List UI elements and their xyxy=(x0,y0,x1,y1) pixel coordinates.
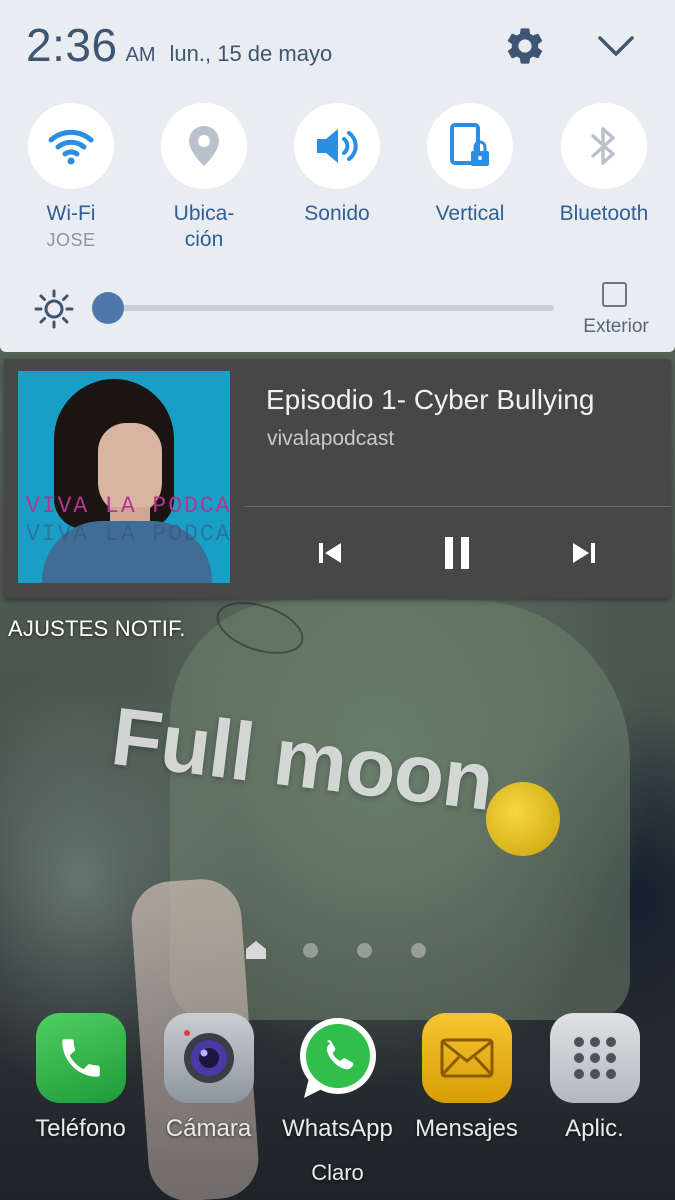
chevron-down-icon xyxy=(598,36,634,56)
message-icon xyxy=(440,1038,493,1078)
notification-settings-link[interactable]: AJUSTES NOTIF. xyxy=(8,616,186,642)
toggle-rotation-label: Vertical xyxy=(435,202,505,225)
dock-app-label: WhatsApp xyxy=(282,1115,393,1142)
toggle-bluetooth[interactable]: Bluetooth xyxy=(548,103,660,227)
outdoor-mode-checkbox[interactable] xyxy=(602,282,627,307)
speaker-icon xyxy=(317,129,358,163)
toggle-sound[interactable]: Sonido xyxy=(282,103,392,227)
dock-app-whatsapp[interactable]: WhatsApp xyxy=(275,1013,400,1143)
album-art-title-shadow: VIVA LA PODCAST xyxy=(26,521,230,547)
messages-app-icon[interactable] xyxy=(421,1013,512,1103)
next-icon xyxy=(573,543,595,563)
brightness-slider[interactable] xyxy=(108,305,554,311)
settings-button[interactable] xyxy=(503,24,547,68)
wallpaper-moon xyxy=(486,782,560,856)
page-indicator-dot[interactable] xyxy=(411,943,426,958)
gear-icon xyxy=(507,28,543,64)
toggle-wifi-label: Wi-Fi xyxy=(46,202,96,225)
toggle-wifi[interactable]: Wi-Fi JOSE xyxy=(16,103,126,251)
page-indicator-dot[interactable] xyxy=(303,943,318,958)
brightness-slider-thumb[interactable] xyxy=(92,292,124,324)
previous-button[interactable] xyxy=(310,533,350,573)
screen-rotation-lock-icon xyxy=(450,123,489,166)
phone-app-icon[interactable] xyxy=(35,1013,126,1103)
dock-app-label: Mensajes xyxy=(415,1115,518,1142)
date[interactable]: lun., 15 de mayo xyxy=(170,41,333,67)
camera-app-icon[interactable] xyxy=(163,1013,254,1103)
track-title: Episodio 1- Cyber Bullying xyxy=(266,384,595,415)
toggle-wifi-network: JOSE xyxy=(46,230,96,250)
camera-icon xyxy=(183,1030,234,1083)
album-art-title: VIVA LA PODCAST xyxy=(26,493,230,519)
toggle-location[interactable]: Ubica- ción xyxy=(149,103,259,253)
media-notification[interactable]: VIVA LA PODCAST VIVA LA PODCAST Episodio… xyxy=(4,359,671,598)
status-row: 2:36 AM lun., 15 de mayo xyxy=(26,18,333,71)
toggle-sound-label: Sonido xyxy=(304,202,370,225)
home-page-indicator[interactable] xyxy=(245,940,267,960)
toggle-rotation-circle[interactable] xyxy=(427,103,513,189)
collapse-panel-button[interactable] xyxy=(594,28,638,64)
dock-app-label: Aplic. xyxy=(565,1115,624,1142)
clock-ampm: AM xyxy=(125,44,156,66)
location-icon xyxy=(189,126,219,166)
toggle-bluetooth-circle[interactable] xyxy=(561,103,647,189)
dock-app-label: Teléfono xyxy=(35,1115,126,1142)
brightness-icon xyxy=(34,289,74,329)
outdoor-mode-label[interactable]: Exterior xyxy=(566,316,666,338)
carrier-label: Claro xyxy=(311,1160,364,1185)
toggle-wifi-circle[interactable] xyxy=(28,103,114,189)
whatsapp-icon xyxy=(299,1018,376,1098)
toggle-rotation[interactable]: Vertical xyxy=(415,103,525,227)
album-art[interactable]: VIVA LA PODCAST VIVA LA PODCAST xyxy=(18,371,230,583)
toggle-sound-circle[interactable] xyxy=(294,103,380,189)
home-icon xyxy=(246,941,266,959)
apps-grid-icon xyxy=(573,1037,616,1079)
dock-app-phone[interactable]: Teléfono xyxy=(18,1013,143,1143)
dock-app-apps[interactable]: Aplic. xyxy=(532,1013,657,1143)
pause-icon xyxy=(445,537,469,569)
media-divider xyxy=(244,506,671,507)
apps-app-icon[interactable] xyxy=(549,1013,640,1103)
pause-button[interactable] xyxy=(437,533,477,573)
clock[interactable]: 2:36 xyxy=(26,18,118,72)
dock-app-label: Cámara xyxy=(165,1115,252,1142)
toggle-location-circle[interactable] xyxy=(161,103,247,189)
track-artist: vivalapodcast xyxy=(267,427,395,450)
wifi-icon xyxy=(48,129,94,165)
bluetooth-icon xyxy=(591,127,615,165)
page-indicator-dot[interactable] xyxy=(357,943,372,958)
toggle-bluetooth-label: Bluetooth xyxy=(559,202,649,225)
quick-panel: 2:36 AM lun., 15 de mayo Wi-Fi JOSE Ubic… xyxy=(0,0,675,352)
next-button[interactable] xyxy=(564,533,604,573)
dock-app-messages[interactable]: Mensajes xyxy=(404,1013,529,1143)
dock-app-camera[interactable]: Cámara xyxy=(146,1013,271,1143)
toggle-location-label: Ubica- ción xyxy=(173,202,235,251)
previous-icon xyxy=(319,543,341,563)
whatsapp-app-icon[interactable] xyxy=(293,1013,383,1103)
phone-icon xyxy=(61,1039,100,1077)
